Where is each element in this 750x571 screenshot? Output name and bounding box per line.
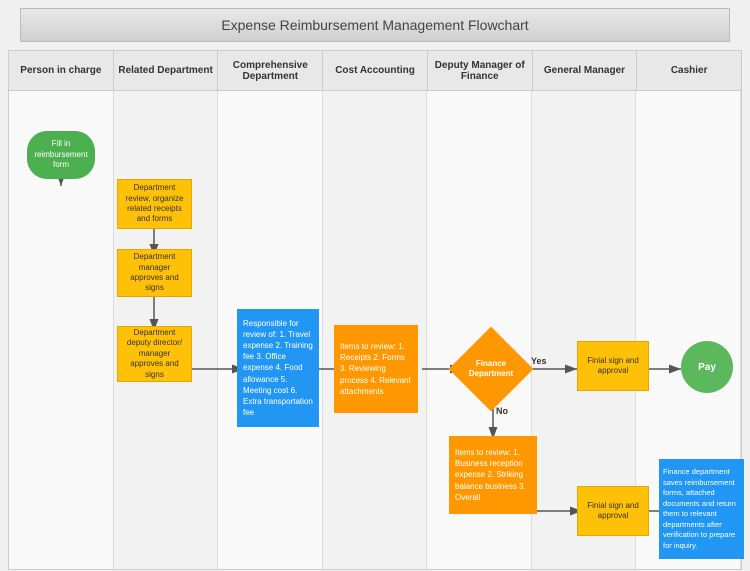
content-area: Yes No Fill in reimbursement form Depart… [9,91,741,569]
fill-form-label: Fill in reimbursement form [34,139,87,170]
header-cost: Cost Accounting [323,51,428,90]
dept-review-node: Department review, organize related rece… [117,179,192,229]
comprehensive-label: Responsible for review of: 1. Travel exp… [241,316,315,421]
finance-dept-label-wrapper: Finance Department [457,339,525,399]
dept-manager-label: Department manager approves and signs [122,252,187,294]
title-bar: Expense Reimbursement Management Flowcha… [20,8,730,42]
dept-deputy-label: Department deputy director/ manager appr… [122,328,187,380]
page-title: Expense Reimbursement Management Flowcha… [221,17,528,33]
finial-sign-top-label: Finial sign and approval [582,356,644,377]
dept-manager-node: Department manager approves and signs [117,249,192,297]
header-row: Person in charge Related Department Comp… [9,51,741,91]
yes-label: Yes [531,356,547,366]
items-review-top-node: Items to review: 1. Receipts 2. Forms 3.… [334,325,418,413]
finance-saves-label: Finance department saves reimbursement f… [663,467,740,551]
dept-review-label: Department review, organize related rece… [122,183,187,225]
finial-sign-bottom-node: Finial sign and approval [577,486,649,536]
header-related: Related Department [114,51,219,90]
header-comprehensive: Comprehensive Department [218,51,323,90]
comprehensive-node: Responsible for review of: 1. Travel exp… [237,309,319,427]
header-cashier: Cashier [637,51,741,90]
finance-dept-label: Finance Department [457,359,525,380]
items-review-bottom-label: Items to review: 1. Business reception e… [453,445,533,505]
fill-form-node: Fill in reimbursement form [27,131,95,179]
swimlane-container: Person in charge Related Department Comp… [8,50,742,570]
pay-label: Pay [698,361,716,374]
header-general: General Manager [533,51,638,90]
no-label: No [496,406,508,416]
items-review-bottom-node: Items to review: 1. Business reception e… [449,436,537,514]
header-person: Person in charge [9,51,114,90]
dept-deputy-node: Department deputy director/ manager appr… [117,326,192,382]
items-review-top-label: Items to review: 1. Receipts 2. Forms 3.… [338,339,414,399]
finance-saves-node: Finance department saves reimbursement f… [659,459,744,559]
pay-node: Pay [681,341,733,393]
header-deputy: Deputy Manager of Finance [428,51,533,90]
finial-sign-top-node: Finial sign and approval [577,341,649,391]
finial-sign-bottom-label: Finial sign and approval [582,501,644,522]
page: Expense Reimbursement Management Flowcha… [0,8,750,571]
